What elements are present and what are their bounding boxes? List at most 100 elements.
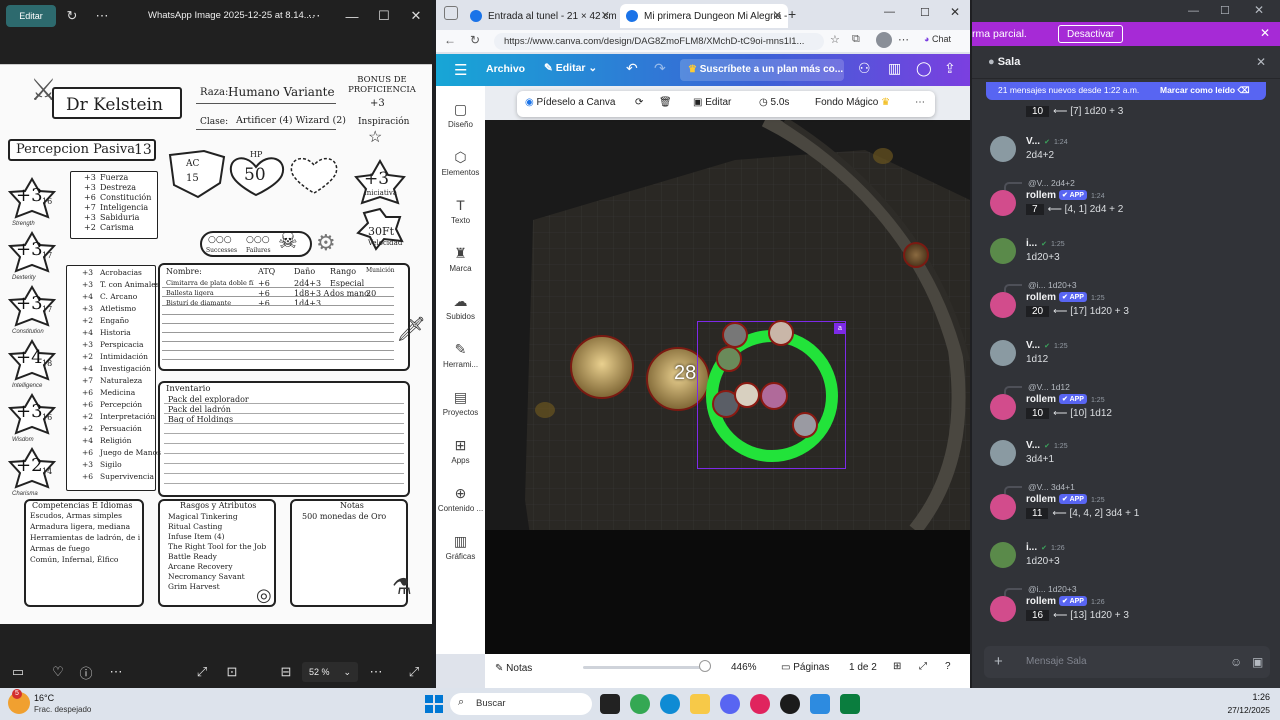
sidebar-item[interactable]: ▢ Diseño: [436, 100, 485, 129]
more2-icon[interactable]: ⋯: [366, 660, 386, 684]
bottom-more-icon[interactable]: ⋯: [106, 660, 126, 684]
people-icon[interactable]: ⚇: [858, 60, 871, 77]
maximize-icon[interactable]: ☐: [920, 6, 930, 19]
analytics-icon[interactable]: ▥: [888, 60, 901, 77]
new-messages-bar[interactable]: 21 mensajes nuevos desde 1:22 a.m. Marca…: [986, 82, 1266, 100]
new-tab-icon[interactable]: +: [788, 6, 796, 22]
refresh-icon[interactable]: ↻: [470, 33, 480, 47]
username[interactable]: V... ✔ 1:25: [1026, 440, 1068, 451]
close-icon[interactable]: ✕: [950, 5, 960, 19]
bot-avatar[interactable]: [990, 494, 1016, 520]
fit-icon[interactable]: ⤢: [192, 660, 212, 684]
duration-button[interactable]: ◷ 5.0s: [759, 97, 789, 108]
minimize-icon[interactable]: —: [1188, 5, 1199, 17]
sidebar-item[interactable]: ▥ Gráficas: [436, 532, 485, 561]
magic-bg-button[interactable]: Fondo Mágico ♛: [815, 97, 890, 108]
username[interactable]: rollem ✔ APP 1:25: [1026, 494, 1105, 505]
zoom-fit-icon[interactable]: ⊟: [276, 660, 296, 684]
add-attachment-icon[interactable]: +: [994, 653, 1003, 670]
share-icon[interactable]: ⇪: [944, 60, 956, 77]
task-view-icon[interactable]: [600, 694, 620, 714]
info-icon[interactable]: ⓘ: [76, 660, 96, 684]
sidebar-item[interactable]: ✎ Herrami...: [436, 340, 485, 369]
fullscreen-icon[interactable]: ⤢: [919, 661, 927, 672]
token-gold-1[interactable]: [570, 335, 634, 399]
filmstrip-icon[interactable]: ▭: [8, 660, 28, 684]
title-more-icon[interactable]: ⋯: [304, 4, 324, 28]
tab-close-icon[interactable]: ✕: [773, 9, 782, 22]
file-menu[interactable]: Archivo: [486, 63, 525, 75]
mark-read-button[interactable]: Marcar como leído ⌫: [1160, 85, 1250, 96]
sidebar-item[interactable]: ☁ Subidos: [436, 292, 485, 321]
ask-canva-button[interactable]: ◉ Pídeselo a Canva: [525, 97, 615, 108]
app-icon[interactable]: [840, 694, 860, 714]
rotate-icon[interactable]: ↻: [62, 4, 82, 28]
minimize-icon[interactable]: —: [884, 6, 895, 18]
zoom-percent[interactable]: 446%: [731, 662, 757, 673]
undo-icon[interactable]: ↶: [626, 60, 638, 77]
username[interactable]: rollem ✔ APP 1:26: [1026, 596, 1105, 607]
zoom-dropdown[interactable]: 52 % ⌄: [302, 662, 358, 682]
tab-close-icon[interactable]: ✕: [601, 9, 610, 22]
close-icon[interactable]: ✕: [1254, 3, 1264, 17]
trash-icon[interactable]: 🗑: [659, 97, 672, 108]
edge-icon[interactable]: [660, 694, 680, 714]
token-small[interactable]: [903, 242, 929, 268]
player-token[interactable]: [768, 320, 794, 346]
subscribe-button[interactable]: ♛ Suscríbete a un plan más co...: [680, 59, 844, 81]
username[interactable]: rollem ✔ APP 1:25: [1026, 292, 1105, 303]
username[interactable]: i... ✔ 1:25: [1026, 238, 1065, 249]
collections-icon[interactable]: ⧉: [852, 33, 860, 46]
favorite-icon[interactable]: ♡: [48, 660, 68, 684]
help-icon[interactable]: ?: [945, 661, 951, 672]
chrome-icon[interactable]: [630, 694, 650, 714]
star-icon[interactable]: ☆: [830, 33, 840, 46]
photos-icon[interactable]: [810, 694, 830, 714]
taskbar-search[interactable]: ⌕ Buscar: [450, 693, 592, 715]
sidebar-item[interactable]: ⊕ Contenido ...: [436, 484, 485, 513]
reply-preview[interactable]: @i... 1d20+3: [1028, 584, 1077, 594]
notes-button[interactable]: ✎ Notas: [495, 663, 532, 674]
bot-avatar[interactable]: [990, 292, 1016, 318]
sidebar-item[interactable]: ▤ Proyectos: [436, 388, 485, 417]
zoom-slider-handle[interactable]: [699, 660, 711, 672]
close-icon[interactable]: ✕: [406, 4, 426, 28]
menu-icon[interactable]: ☰: [454, 61, 467, 79]
avatar[interactable]: [990, 542, 1016, 568]
redo-icon[interactable]: ↷: [654, 60, 666, 77]
ctx-more-icon[interactable]: ⋯: [915, 97, 925, 108]
bot-avatar[interactable]: [990, 394, 1016, 420]
avatar[interactable]: [990, 340, 1016, 366]
bot-avatar[interactable]: [990, 190, 1016, 216]
whatsapp-icon[interactable]: [750, 694, 770, 714]
discord-icon[interactable]: [720, 694, 740, 714]
maximize-icon[interactable]: ☐: [1220, 4, 1230, 17]
pages-button[interactable]: ▭ Páginas: [781, 662, 829, 673]
more-icon[interactable]: ⋯: [92, 4, 112, 28]
username[interactable]: i... ✔ 1:26: [1026, 542, 1065, 553]
comment-icon[interactable]: ◯: [916, 60, 932, 77]
tab-entrada[interactable]: Entrada al tunel - 21 × 42 cm ✕: [464, 4, 616, 28]
edit-menu[interactable]: ✎ Editar ⌄: [544, 62, 597, 74]
edit-button[interactable]: Editar: [6, 5, 56, 27]
refresh-design-icon[interactable]: ⟳: [635, 97, 643, 108]
username[interactable]: V... ✔ 1:25: [1026, 340, 1068, 351]
tab-dungeon[interactable]: Mi primera Dungeon Mi Alegria - ✕: [620, 4, 788, 28]
close-thread-icon[interactable]: ✕: [1256, 55, 1266, 69]
message-box[interactable]: + Mensaje Sala ☺ ▣: [984, 646, 1270, 678]
settings-more-icon[interactable]: ⋯: [898, 33, 909, 46]
copilot-chat-button[interactable]: ◕ Chat: [924, 34, 951, 44]
player-token[interactable]: [792, 412, 818, 438]
tab-actions-icon[interactable]: [444, 6, 458, 20]
reply-preview[interactable]: @i... 1d20+3: [1028, 280, 1077, 290]
profile-avatar[interactable]: [876, 32, 892, 48]
sidebar-item[interactable]: ⬡ Elementos: [436, 148, 485, 177]
actual-size-icon[interactable]: ⊡: [222, 660, 242, 684]
player-token[interactable]: [716, 346, 742, 372]
sidebar-item[interactable]: ♜ Marca: [436, 244, 485, 273]
sticker-icon[interactable]: ☺: [1230, 655, 1242, 669]
deactivate-button[interactable]: Desactivar: [1058, 25, 1124, 43]
url-field[interactable]: https://www.canva.com/design/DAG8ZmoFLM8…: [494, 33, 824, 50]
message-input[interactable]: Mensaje Sala: [1026, 656, 1087, 667]
minimize-icon[interactable]: —: [342, 4, 362, 28]
